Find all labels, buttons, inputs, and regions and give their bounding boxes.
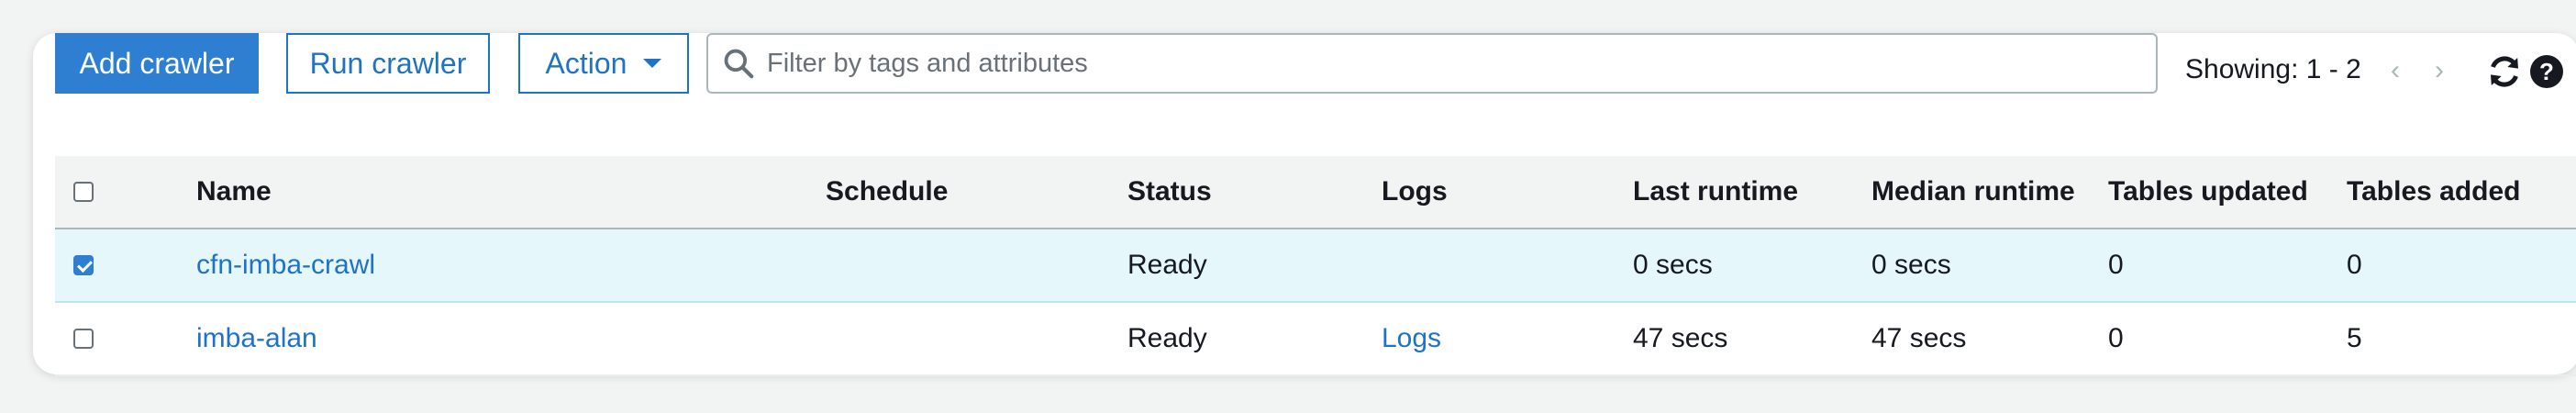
column-header-schedule[interactable]: Schedule (826, 156, 948, 228)
refresh-icon[interactable] (2486, 53, 2523, 90)
table-row[interactable]: imba-alan Ready Logs 47 secs 47 secs 0 5 (55, 303, 2576, 376)
column-header-tables-added[interactable]: Tables added (2347, 156, 2521, 228)
pagination-summary: Showing: 1 - 2 (2185, 54, 2361, 84)
action-dropdown[interactable]: Action (518, 33, 689, 94)
logs-link[interactable]: Logs (1382, 303, 1441, 374)
column-header-median-runtime[interactable]: Median runtime (1871, 156, 2075, 228)
run-crawler-button[interactable]: Run crawler (286, 33, 490, 94)
caret-down-icon (643, 59, 662, 68)
tables-updated-cell: 0 (2108, 250, 2124, 280)
search-input[interactable] (765, 47, 2126, 80)
search-box[interactable] (706, 33, 2158, 94)
crawlers-table: Name Schedule Status Logs Last runtime M… (55, 156, 2576, 376)
tables-added-cell: 0 (2347, 250, 2362, 280)
tables-updated-cell: 0 (2108, 323, 2124, 353)
table-row[interactable]: cfn-imba-crawl Ready 0 secs 0 secs 0 0 (55, 229, 2576, 303)
last-runtime-cell: 0 secs (1633, 250, 1713, 280)
last-runtime-cell: 47 secs (1633, 323, 1728, 353)
column-header-tables-updated[interactable]: Tables updated (2108, 156, 2308, 228)
next-page-icon[interactable]: › (2429, 55, 2449, 85)
add-crawler-button[interactable]: Add crawler (55, 33, 259, 94)
crawler-name-link[interactable]: cfn-imba-crawl (196, 229, 375, 301)
search-icon (724, 49, 754, 79)
status-cell: Ready (1127, 250, 1207, 280)
column-header-name[interactable]: Name (196, 156, 272, 228)
column-header-logs[interactable]: Logs (1382, 156, 1448, 228)
crawler-name-link[interactable]: imba-alan (196, 303, 317, 374)
status-cell: Ready (1127, 323, 1207, 353)
action-label: Action (545, 46, 627, 80)
table-header-row: Name Schedule Status Logs Last runtime M… (55, 156, 2576, 229)
tables-added-cell: 5 (2347, 323, 2362, 353)
row-checkbox[interactable] (73, 329, 94, 349)
select-all-checkbox[interactable] (73, 182, 94, 202)
median-runtime-cell: 0 secs (1871, 250, 1951, 280)
previous-page-icon[interactable]: ‹ (2385, 55, 2405, 85)
help-icon[interactable]: ? (2530, 55, 2563, 88)
row-checkbox[interactable] (73, 255, 94, 275)
column-header-last-runtime[interactable]: Last runtime (1633, 156, 1798, 228)
column-header-status[interactable]: Status (1127, 156, 1212, 228)
median-runtime-cell: 47 secs (1871, 323, 1967, 353)
